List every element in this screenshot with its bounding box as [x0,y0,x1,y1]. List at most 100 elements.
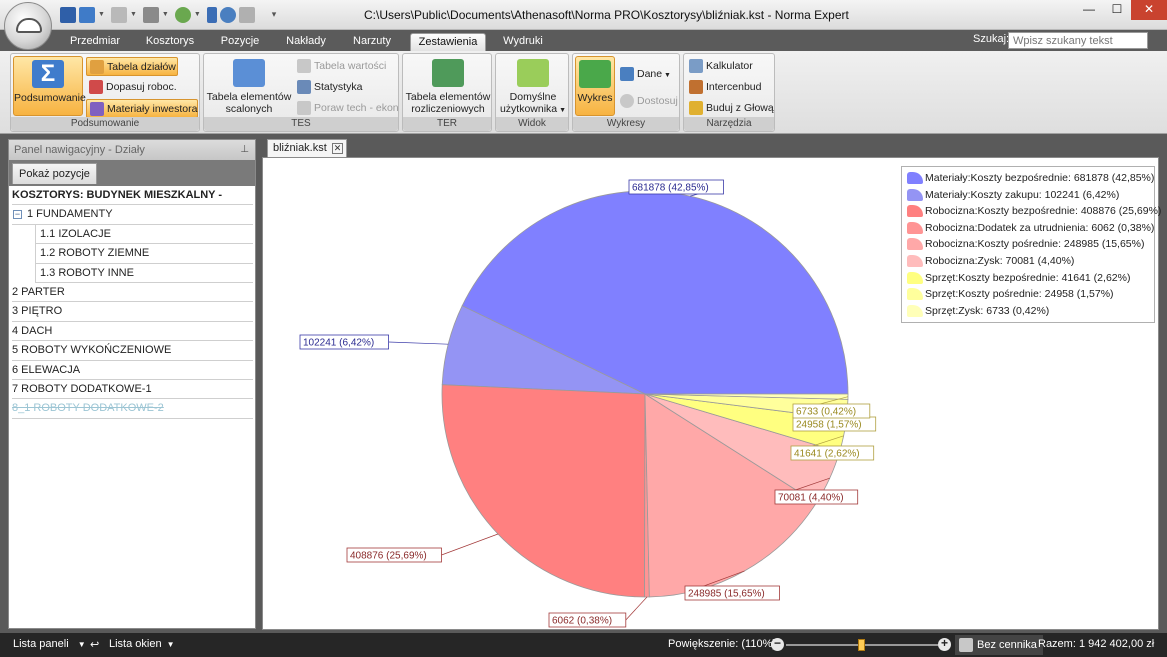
document-tab[interactable]: bliźniak.kst ✕ [267,139,347,157]
undo-dropdown-icon[interactable]: ▼ [98,11,105,18]
intercenbud-button[interactable]: Intercenbud [686,78,761,97]
table-icon [90,60,104,74]
application-menu-button[interactable] [4,2,52,50]
tree-item-fundamenty[interactable]: − 1 FUNDAMENTY [12,205,253,225]
tab-zestawienia[interactable]: Zestawienia [410,33,486,51]
redo-dropdown-icon[interactable]: ▼ [130,11,137,18]
tree-item-roboty-wykonczeniowe[interactable]: 5 ROBOTY WYKOŃCZENIOWE [12,341,253,361]
pie-data-label: 70081 (4,40%) [778,493,844,504]
network-icon[interactable] [238,6,255,23]
customize-icon [620,94,634,108]
palette-dropdown-icon[interactable]: ▼ [194,11,201,18]
tree-item-roboty-dodatkowe-1[interactable]: 7 ROBOTY DODATKOWE-1 [12,380,253,400]
tabela-dzialow-label: Tabela działów [107,61,176,73]
ribbon: Σ Podsumowanie Tabela działów Dopasuj ro… [0,51,1167,134]
wykres-label: Wykres [577,92,613,104]
dane-button[interactable]: Dane ▼ [617,65,671,84]
tab-wydruki[interactable]: Wydruki [496,33,550,51]
minimize-button[interactable]: — [1075,0,1103,20]
close-tab-icon[interactable]: ✕ [332,143,343,154]
zoom-out-icon[interactable]: − [771,637,784,651]
zoom-slider-thumb[interactable] [858,639,865,651]
tabela-elementow-scalonych-button[interactable]: Tabela elementów scalonych [206,56,292,116]
tabela-dzialow-button[interactable]: Tabela działów [86,57,178,76]
search-input[interactable] [1008,32,1148,49]
podsumowanie-button[interactable]: Σ Podsumowanie [13,56,86,116]
legend-swatch [907,205,923,218]
sort-icon[interactable] [206,6,217,23]
wykres-button[interactable]: Wykres [575,56,615,116]
tree-item-dach[interactable]: 4 DACH [12,322,253,342]
info-icon[interactable] [219,6,236,23]
navigation-panel-title: Panel nawigacyjny - Działy [14,144,145,156]
statystyka-button[interactable]: Statystyka [294,78,362,97]
panel-list-button[interactable]: Lista paneli ▼ [13,638,86,650]
legend-item: Materiały:Koszty zakupu: 102241 (6,42%) [905,187,1154,204]
show-positions-button[interactable]: Pokaż pozycje [12,163,97,184]
tab-pozycje[interactable]: Pozycje [212,33,268,51]
navigation-panel-header: Panel nawigacyjny - Działy ⊥ [9,140,255,160]
copy-icon[interactable] [142,6,159,23]
pie-slice[interactable] [441,384,646,598]
settlement-table-icon [432,59,464,87]
widok-button-line2: użytkownika [499,103,558,115]
tabela-elementow-rozliczeniowych-button[interactable]: Tabela elementów rozliczeniowych [405,56,491,116]
pie-data-label: 102241 (6,42%) [303,338,374,349]
widok-dropdown-icon: ▼ [557,107,567,114]
navigation-panel-toolbar: Pokaż pozycje [9,160,255,186]
domyslne-uzytkownika-button[interactable]: Domyślne użytkownika ▼ [498,56,568,116]
collapse-icon[interactable]: − [13,210,22,220]
pie-data-label: 6733 (0,42%) [796,407,856,418]
tree-item-izolacje[interactable]: 1.1 IZOLACJE [35,224,253,245]
save-icon[interactable] [60,6,76,23]
zoom-label: Powiększenie: (110%) [668,638,777,650]
table-elements-icon [233,59,265,87]
copy-dropdown-icon[interactable]: ▼ [162,11,169,18]
kalkulator-button[interactable]: Kalkulator [686,57,753,76]
undo-icon[interactable] [79,6,95,23]
status-bar: Lista paneli ▼ ↩ Lista okien ▼ Powiększe… [0,633,1167,657]
zoom-in-icon[interactable]: + [938,637,951,651]
tab-przedmiar[interactable]: Przedmiar [64,33,126,51]
tab-kosztorys[interactable]: Kosztorys [138,33,202,51]
materials-icon [90,102,104,116]
price-list-icon [959,638,973,652]
buduj-z-glowa-button[interactable]: Buduj z Głową [686,99,774,118]
legend-label: Robocizna:Koszty pośrednie: 248985 (15,6… [925,238,1145,251]
materialy-inwestora-button[interactable]: Materiały inwestora [86,99,198,118]
tree-root[interactable]: KOSZTORYS: BUDYNEK MIESZKALNY - [12,186,253,206]
search-label: Szukaj: [973,33,1010,45]
close-button[interactable]: ✕ [1131,0,1167,20]
tree-item-roboty-dodatkowe-2[interactable]: 8_1 ROBOTY DODATKOWE-2 [12,399,253,419]
tree-item-elewacja[interactable]: 6 ELEWACJA [12,361,253,380]
legend-swatch [907,271,923,284]
tree-item-roboty-ziemne[interactable]: 1.2 ROBOTY ZIEMNE [35,244,253,264]
table-values-icon [297,59,311,73]
pie-data-label: 24958 (1,57%) [796,420,862,431]
group-label-podsumowanie: Podsumowanie [11,117,199,131]
pie-data-label: 681878 (42,85%) [632,183,709,194]
sigma-icon: Σ [32,60,64,88]
maximize-button[interactable]: ☐ [1103,0,1131,20]
legend-item: Sprzęt:Koszty bezpośrednie: 41641 (2,62%… [905,270,1154,287]
tabela-wartosci-button[interactable]: Tabela wartości [294,57,386,76]
dostosuj-button[interactable]: Dostosuj [617,92,678,111]
window-list-button[interactable]: Lista okien ▼ [109,638,175,650]
tree-item-pietro[interactable]: 3 PIĘTRO [12,302,253,322]
return-icon[interactable]: ↩ [90,638,99,651]
redo-icon[interactable] [110,6,127,23]
legend-swatch [907,238,923,251]
tree-item-parter[interactable]: 2 PARTER [12,283,253,303]
legend-item: Robocizna:Dodatek za utrudnienia: 6062 (… [905,220,1154,237]
tab-naklady[interactable]: Nakłady [280,33,332,51]
price-list-button[interactable]: Bez cennika [955,635,1043,655]
palette-icon[interactable] [174,6,191,23]
tab-narzuty[interactable]: Narzuty [346,33,398,51]
customize-toolbar-icon[interactable]: ▾ [272,9,277,20]
tree-item-roboty-inne[interactable]: 1.3 ROBOTY INNE [35,263,253,283]
sections-tree: KOSZTORYS: BUDYNEK MIESZKALNY - − 1 FUND… [12,186,253,419]
dopasuj-roboc-button[interactable]: Dopasuj roboc. [86,78,177,97]
pie-leader-line [388,341,449,345]
pin-icon[interactable]: ⊥ [240,140,249,160]
poraw-tech-ekon-button[interactable]: Poraw tech - ekon [294,99,399,118]
